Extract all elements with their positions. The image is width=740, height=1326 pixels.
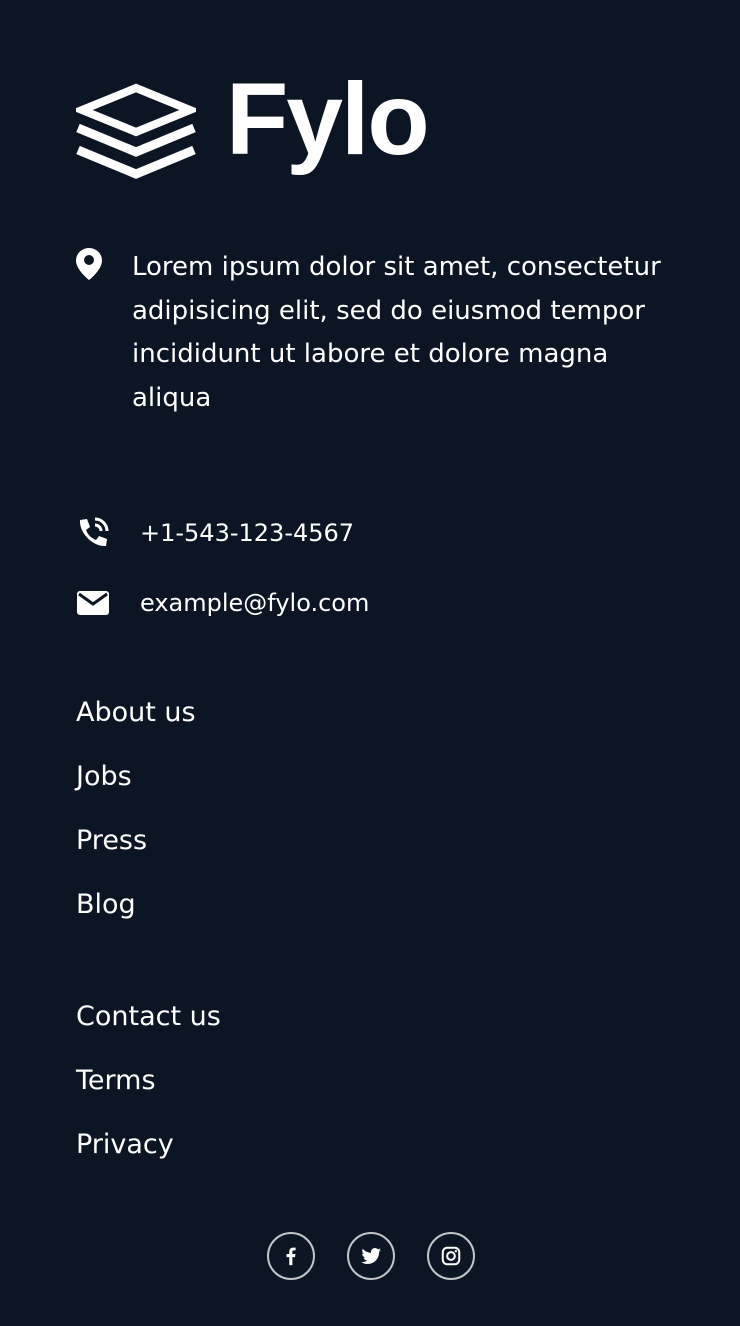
link-press[interactable]: Press bbox=[76, 825, 147, 856]
footer-links-primary: About us Jobs Press Blog bbox=[76, 696, 196, 952]
address-text: Lorem ipsum dolor sit amet, consectetur … bbox=[132, 252, 661, 413]
footer-link-item: Blog bbox=[76, 888, 196, 952]
footer-link-item: Terms bbox=[76, 1064, 221, 1128]
brand-name: Fylo bbox=[226, 62, 430, 176]
email-row: example@fylo.com bbox=[76, 586, 369, 620]
link-jobs[interactable]: Jobs bbox=[76, 761, 132, 792]
phone-icon bbox=[76, 516, 110, 550]
footer-link-item: Press bbox=[76, 824, 196, 888]
facebook-button[interactable] bbox=[267, 1232, 315, 1280]
link-blog[interactable]: Blog bbox=[76, 889, 136, 920]
email-address[interactable]: example@fylo.com bbox=[140, 589, 369, 617]
twitter-button[interactable] bbox=[347, 1232, 395, 1280]
logo-stack-icon bbox=[76, 83, 196, 179]
location-pin-icon bbox=[76, 248, 102, 280]
link-contact-us[interactable]: Contact us bbox=[76, 1001, 221, 1032]
twitter-icon bbox=[361, 1248, 381, 1264]
link-privacy[interactable]: Privacy bbox=[76, 1129, 174, 1160]
social-links bbox=[267, 1232, 475, 1280]
link-terms[interactable]: Terms bbox=[76, 1065, 156, 1096]
address-block: Lorem ipsum dolor sit amet, consectetur … bbox=[76, 248, 676, 420]
footer-link-item: Privacy bbox=[76, 1128, 221, 1192]
footer-link-item: Jobs bbox=[76, 760, 196, 824]
phone-number[interactable]: +1-543-123-4567 bbox=[140, 519, 354, 547]
site-footer: Fylo Lorem ipsum dolor sit amet, consect… bbox=[0, 0, 740, 1326]
footer-links-secondary: Contact us Terms Privacy bbox=[76, 1000, 221, 1192]
phone-row: +1-543-123-4567 bbox=[76, 516, 354, 550]
footer-link-item: Contact us bbox=[76, 1000, 221, 1064]
brand-logo[interactable]: Fylo bbox=[76, 68, 430, 180]
instagram-icon bbox=[441, 1246, 461, 1266]
link-about-us[interactable]: About us bbox=[76, 697, 196, 728]
facebook-icon bbox=[286, 1247, 296, 1266]
envelope-icon bbox=[76, 586, 110, 620]
instagram-button[interactable] bbox=[427, 1232, 475, 1280]
footer-link-item: About us bbox=[76, 696, 196, 760]
